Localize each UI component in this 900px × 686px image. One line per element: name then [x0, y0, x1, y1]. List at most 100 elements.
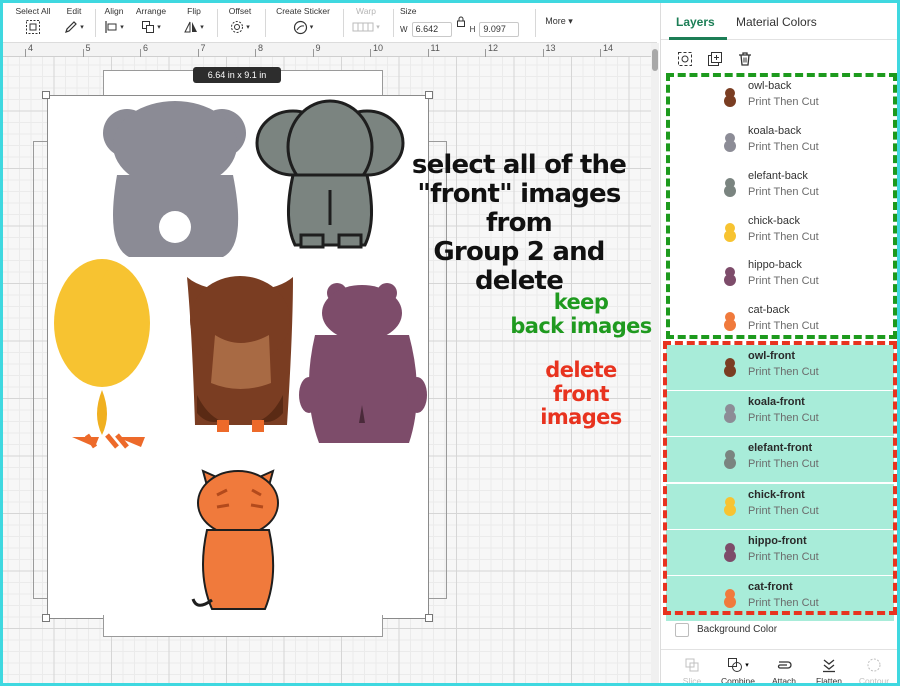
lock-icon[interactable] — [456, 16, 466, 27]
offset-label: Offset — [228, 6, 252, 16]
keep-line: back images — [510, 313, 652, 338]
ruler-tick — [82, 49, 84, 57]
select-all-icon — [11, 19, 55, 35]
app-window: Select All Edit ▾ Align ▾ Arrange ▾ Flip — [0, 0, 900, 686]
tab-layers[interactable]: Layers — [676, 15, 715, 29]
combine-button[interactable]: ▾ Combine — [715, 656, 761, 686]
toolbar-divider — [265, 9, 266, 37]
combine-icon: ▾ — [715, 656, 761, 674]
instruction-annotation: select all of the "front" images from Gr… — [387, 150, 651, 297]
slice-label: Slice — [682, 676, 702, 686]
offset-button[interactable]: Offset ▾ — [225, 6, 255, 35]
panel-tabs: Layers Material Colors — [661, 3, 897, 40]
toolbar-divider — [343, 9, 344, 37]
warp-label: Warp — [356, 6, 376, 16]
slice-icon — [669, 656, 715, 674]
ruler-tick — [600, 49, 601, 57]
koala-back-image[interactable] — [103, 101, 246, 257]
edit-toolbar: Select All Edit ▾ Align ▾ Arrange ▾ Flip — [3, 3, 657, 43]
more-button[interactable]: More ▾ — [543, 16, 575, 27]
cat-back-image[interactable] — [191, 469, 279, 610]
delete-line: front images — [540, 381, 622, 430]
align-icon: ▾ — [100, 19, 128, 35]
ruler-tick-label: 4 — [28, 43, 34, 53]
ruler-tick — [140, 49, 141, 57]
ruler-tick-label: 11 — [430, 43, 440, 53]
duplicate-icon[interactable] — [707, 51, 723, 67]
offset-icon: ▾ — [225, 19, 255, 35]
delete-highlight-box — [663, 341, 897, 615]
ruler-tick — [255, 49, 256, 57]
ruler-tick-label: 6 — [143, 43, 149, 53]
scrollbar-thumb[interactable] — [652, 49, 658, 71]
toolbar-divider — [535, 9, 536, 37]
ruler-tick-label: 8 — [258, 43, 264, 53]
background-color-label: Background Color — [697, 624, 778, 635]
ruler-tick — [25, 49, 26, 57]
warp-button[interactable]: Warp ▾ — [349, 6, 383, 35]
flatten-icon — [806, 656, 852, 674]
size-label: Size — [400, 6, 417, 16]
combine-label: Combine — [720, 676, 756, 686]
align-button[interactable]: Align ▾ — [100, 6, 128, 35]
ruler-tick-label: 5 — [85, 43, 91, 53]
contour-icon — [851, 656, 897, 674]
size-badge: 6.64 in x 9.1 in — [193, 67, 281, 83]
arrange-button[interactable]: Arrange ▾ — [133, 6, 169, 35]
delete-line: delete — [545, 358, 617, 382]
flip-icon: ▾ — [181, 19, 207, 35]
flatten-button[interactable]: Flatten — [806, 656, 852, 686]
slice-button[interactable]: Slice — [669, 656, 715, 686]
keep-annotation: keep back images — [509, 290, 653, 338]
flatten-label: Flatten — [816, 676, 842, 686]
ruler-tick — [427, 49, 429, 57]
edit-label: Edit — [66, 6, 82, 16]
keep-highlight-box — [666, 73, 897, 339]
ruler-tick-label: 9 — [315, 43, 321, 53]
instruction-line: Group 2 and delete — [433, 237, 605, 297]
toolbar-divider — [393, 9, 394, 37]
align-label: Align — [104, 6, 124, 16]
chick-back-image[interactable] — [54, 259, 150, 449]
ruler-tick — [370, 49, 371, 57]
owl-back-image[interactable] — [187, 276, 293, 432]
background-color-checkbox[interactable] — [675, 623, 689, 637]
create-sticker-button[interactable]: Create Sticker ▾ — [273, 6, 333, 35]
pencil-icon: ▾ — [61, 19, 87, 35]
contour-label: Contour — [858, 676, 890, 686]
flip-label: Flip — [187, 6, 201, 16]
warp-icon: ▾ — [349, 19, 383, 35]
height-input[interactable]: 9.097 — [479, 21, 520, 37]
delete-icon[interactable] — [737, 51, 753, 67]
active-tab-indicator — [669, 37, 727, 40]
horizontal-ruler: 4 5 6 7 8 9 10 11 12 13 14 — [3, 43, 651, 57]
ruler-tick — [485, 49, 486, 57]
size-controls: Size W 6.642 H 9.097 — [400, 6, 530, 37]
arrange-label: Arrange — [135, 6, 167, 16]
group-icon[interactable] — [677, 51, 693, 67]
width-label: W — [400, 24, 408, 34]
ruler-tick — [542, 49, 544, 57]
animal-artwork — [54, 99, 427, 610]
flip-button[interactable]: Flip ▾ — [181, 6, 207, 35]
paperclip-icon — [761, 656, 807, 674]
ruler-tick-label: 12 — [488, 43, 499, 53]
sticker-icon: ▾ — [273, 19, 333, 35]
ruler-tick-label: 7 — [200, 43, 206, 53]
more-label: More ▾ — [545, 16, 573, 26]
height-label: H — [469, 24, 476, 34]
elefant-back-image[interactable] — [255, 99, 405, 249]
ruler-tick-label: 14 — [603, 43, 614, 53]
tab-material-colors[interactable]: Material Colors — [736, 15, 817, 29]
instruction-line: "front" images from — [417, 179, 621, 239]
contour-button[interactable]: Contour — [851, 656, 897, 686]
panel-bottom-toolbar: Slice ▾ Combine Attach Flatten Contour — [661, 649, 897, 686]
edit-button[interactable]: Edit ▾ — [61, 6, 87, 35]
arrange-icon: ▾ — [133, 19, 169, 35]
width-input[interactable]: 6.642 — [411, 21, 452, 37]
select-all-button[interactable]: Select All — [11, 6, 55, 35]
keep-line: keep — [553, 290, 609, 314]
instruction-line: select all of the — [411, 150, 627, 180]
attach-button[interactable]: Attach — [761, 656, 807, 683]
hippo-back-image[interactable] — [299, 283, 427, 443]
